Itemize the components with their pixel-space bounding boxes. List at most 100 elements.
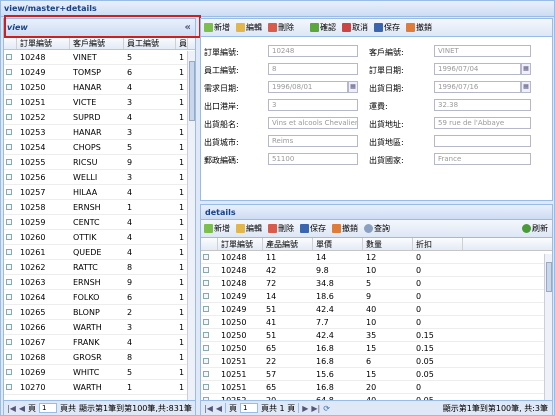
table-row[interactable]: +10251 22 16.8 6 0.05 [201, 355, 552, 368]
confirm-button[interactable]: 確認 [310, 22, 336, 33]
next-page-icon[interactable]: ▶ [302, 404, 308, 413]
expand-row-icon[interactable]: + [203, 345, 209, 351]
table-row[interactable]: +10248 42 9.8 10 0 [201, 264, 552, 277]
master-vertical-scrollbar[interactable] [187, 51, 195, 401]
refresh-icon[interactable]: ⟳ [323, 404, 330, 413]
expand-row-icon[interactable]: + [203, 267, 209, 273]
expand-row-icon[interactable]: + [6, 159, 12, 165]
table-row[interactable]: +10259CENTC41 [4, 215, 195, 230]
table-row[interactable]: +10250HANAR41 [4, 80, 195, 95]
calendar-icon[interactable]: ▦ [348, 81, 358, 93]
column-header-truncated[interactable]: 員 [176, 37, 188, 49]
table-row[interactable]: +10268GROSR81 [4, 350, 195, 365]
table-row[interactable]: +10248 11 14 12 0 [201, 251, 552, 264]
first-page-icon[interactable]: |◀ [7, 404, 16, 413]
save-button[interactable]: 保存 [374, 22, 400, 33]
expand-row-icon[interactable]: + [6, 234, 12, 240]
order-date-field[interactable]: 1996/07/04 [434, 63, 521, 75]
column-header-order-id[interactable]: 訂單編號 [17, 37, 70, 49]
table-row[interactable]: +10261QUEDE41 [4, 245, 195, 260]
table-row[interactable]: +10251 65 16.8 20 0 [201, 381, 552, 394]
calendar-icon[interactable]: ▦ [521, 81, 531, 93]
table-row[interactable]: +10251 57 15.6 15 0.05 [201, 368, 552, 381]
table-row[interactable]: +10255RICSU91 [4, 155, 195, 170]
expand-row-icon[interactable]: + [6, 249, 12, 255]
first-page-icon[interactable]: |◀ [204, 404, 213, 413]
ship-city-field[interactable]: Reims [268, 135, 358, 147]
new-button[interactable]: 新增 [204, 22, 230, 33]
expand-row-icon[interactable]: + [203, 293, 209, 299]
column-header-order-id[interactable]: 訂單編號 [218, 238, 263, 250]
table-row[interactable]: +10251VICTE31 [4, 95, 195, 110]
expand-row-icon[interactable]: + [203, 384, 209, 390]
expand-row-icon[interactable]: + [6, 384, 12, 390]
table-row[interactable]: +10256WELLI31 [4, 170, 195, 185]
last-page-icon[interactable]: ▶| [311, 404, 320, 413]
page-number-input[interactable]: 1 [240, 403, 259, 413]
details-undo-button[interactable]: 撤銷 [332, 223, 358, 234]
expand-row-icon[interactable]: + [6, 339, 12, 345]
expand-row-icon[interactable]: + [6, 309, 12, 315]
expand-row-icon[interactable]: + [203, 371, 209, 377]
details-delete-button[interactable]: 刪除 [268, 223, 294, 234]
details-query-button[interactable]: 查詢 [364, 223, 390, 234]
ship-name-field[interactable]: Vins et alcools Chevalier [268, 117, 358, 129]
customer-id-field[interactable]: VINET [434, 45, 531, 57]
table-row[interactable]: +10269WHITC51 [4, 365, 195, 380]
order-id-field[interactable]: 10248 [268, 45, 358, 57]
delete-button[interactable]: 刪除 [268, 22, 294, 33]
table-row[interactable]: +10264FOLKO61 [4, 290, 195, 305]
expand-row-icon[interactable]: + [203, 358, 209, 364]
collapse-icon[interactable]: « [185, 19, 191, 37]
expand-row-icon[interactable]: + [203, 280, 209, 286]
table-row[interactable]: +10253HANAR31 [4, 125, 195, 140]
prev-page-icon[interactable]: ◀ [216, 404, 222, 413]
column-header-product-id[interactable]: 產品編號 [263, 238, 313, 250]
required-date-field[interactable]: 1996/08/01 [268, 81, 348, 93]
expand-row-icon[interactable]: + [6, 69, 12, 75]
table-row[interactable]: +10270WARTH11 [4, 380, 195, 395]
details-edit-button[interactable]: 編輯 [236, 223, 262, 234]
expand-row-icon[interactable]: + [6, 99, 12, 105]
column-header-employee-id[interactable]: 員工編號 [124, 37, 176, 49]
employee-id-field[interactable]: 8 [268, 63, 358, 75]
expand-row-icon[interactable]: + [203, 254, 209, 260]
table-row[interactable]: +10260OTTIK41 [4, 230, 195, 245]
table-row[interactable]: +10248VINET51 [4, 50, 195, 65]
table-row[interactable]: +10249 14 18.6 9 0 [201, 290, 552, 303]
table-row[interactable]: +10250 41 7.7 10 0 [201, 316, 552, 329]
details-save-button[interactable]: 保存 [300, 223, 326, 234]
column-header-discount[interactable]: 折扣 [413, 238, 463, 250]
prev-page-icon[interactable]: ◀ [19, 404, 25, 413]
expand-row-icon[interactable]: + [6, 264, 12, 270]
column-header-customer-id[interactable]: 客戶編號 [70, 37, 124, 49]
freight-field[interactable]: 32.38 [434, 99, 531, 111]
expand-row-icon[interactable]: + [6, 174, 12, 180]
expand-row-icon[interactable]: + [6, 294, 12, 300]
table-row[interactable]: +10250 65 16.8 15 0.15 [201, 342, 552, 355]
details-vertical-scrollbar[interactable] [544, 254, 552, 403]
table-row[interactable]: +10249TOMSP61 [4, 65, 195, 80]
expand-row-icon[interactable]: + [203, 306, 209, 312]
column-header-quantity[interactable]: 數量 [363, 238, 413, 250]
calendar-icon[interactable]: ▦ [521, 63, 531, 75]
expand-row-icon[interactable]: + [6, 129, 12, 135]
expand-row-icon[interactable]: + [6, 369, 12, 375]
ship-region-field[interactable] [434, 135, 531, 147]
page-number-input[interactable]: 1 [39, 403, 58, 413]
master-scroll-thumb[interactable] [189, 61, 195, 121]
ship-via-field[interactable]: 3 [268, 99, 358, 111]
postal-code-field[interactable]: 51100 [268, 153, 358, 165]
expand-row-icon[interactable]: + [6, 189, 12, 195]
expand-row-icon[interactable]: + [6, 219, 12, 225]
cancel-button[interactable]: 取消 [342, 22, 368, 33]
expand-row-icon[interactable]: + [6, 114, 12, 120]
table-row[interactable]: +10249 51 42.4 40 0 [201, 303, 552, 316]
expand-row-icon[interactable]: + [6, 204, 12, 210]
ship-country-field[interactable]: France [434, 153, 531, 165]
table-row[interactable]: +10262RATTC81 [4, 260, 195, 275]
shipped-date-field[interactable]: 1996/07/16 [434, 81, 521, 93]
expand-row-icon[interactable]: + [203, 332, 209, 338]
table-row[interactable]: +10267FRANK41 [4, 335, 195, 350]
undo-button[interactable]: 撤銷 [406, 22, 432, 33]
